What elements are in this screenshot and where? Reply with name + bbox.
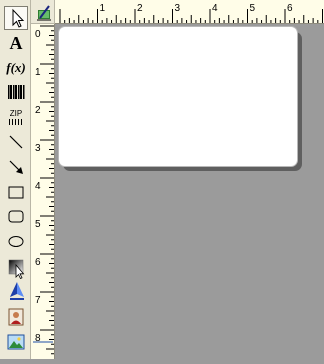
image-tool[interactable]: [4, 330, 28, 354]
h-ruler-label: 4: [212, 3, 218, 14]
text-tool[interactable]: A: [4, 31, 28, 55]
text-a-icon: A: [9, 33, 23, 53]
zip-barcode-tool[interactable]: ZIP: [4, 105, 28, 129]
vertical-ruler-ticks: 012345678: [33, 25, 54, 355]
v-ruler-label: 0: [35, 29, 41, 40]
function-fx-icon: f(x): [6, 59, 26, 75]
rectangle-tool[interactable]: [4, 180, 28, 204]
pointer-tool[interactable]: [4, 6, 28, 30]
h-ruler-label: 1: [100, 3, 106, 14]
h-ruler-label: 3: [175, 3, 181, 14]
arrow-pointer-icon: [12, 8, 25, 28]
v-ruler-label: 3: [35, 143, 41, 154]
triangle-shape-icon: [10, 282, 24, 300]
ruler-corner[interactable]: [31, 0, 55, 24]
gradient-tool[interactable]: [4, 255, 28, 279]
ellipse-tool[interactable]: [4, 229, 28, 253]
vertical-ruler: 012345678: [31, 24, 55, 359]
rounded-rectangle-icon: [8, 210, 24, 223]
ruler-settings-icon: [37, 5, 51, 21]
v-ruler-label: 6: [35, 257, 41, 268]
zip-barcode-icon: ZIP: [9, 108, 23, 118]
rounded-rectangle-tool[interactable]: [4, 204, 28, 228]
v-ruler-label: 2: [35, 105, 41, 116]
arrow-line-icon: [9, 160, 23, 174]
v-ruler-label: 1: [35, 67, 41, 78]
horizontal-ruler: 1 2 3 4 5 6: [55, 0, 324, 24]
ellipse-icon: [8, 236, 24, 247]
photo-tool[interactable]: [4, 305, 28, 329]
v-ruler-label: 4: [35, 181, 41, 192]
zip-bars: [9, 118, 23, 125]
drawing-toolbar: Af(x) ZIP: [0, 0, 31, 359]
label-canvas[interactable]: [58, 26, 298, 167]
h-ruler-label: 2: [137, 3, 143, 14]
line-icon: [9, 135, 23, 149]
line-tool[interactable]: [4, 130, 28, 154]
barcode-icon: [8, 85, 25, 99]
barcode-tool[interactable]: [4, 80, 28, 104]
horizontal-ruler-ticks: 1 2 3 4 5 6: [59, 3, 323, 23]
function-tool[interactable]: f(x): [4, 55, 28, 79]
arrow-tool[interactable]: [4, 155, 28, 179]
photo-portrait-icon: [8, 308, 24, 326]
h-ruler-label: 5: [250, 3, 256, 14]
v-ruler-label: 5: [35, 219, 41, 230]
shape-fill-tool[interactable]: [4, 279, 28, 303]
rectangle-icon: [8, 186, 24, 199]
h-ruler-label: 6: [287, 3, 293, 14]
landscape-image-icon: [7, 334, 25, 350]
v-ruler-label: 7: [35, 295, 41, 306]
gradient-icon: [8, 259, 25, 279]
